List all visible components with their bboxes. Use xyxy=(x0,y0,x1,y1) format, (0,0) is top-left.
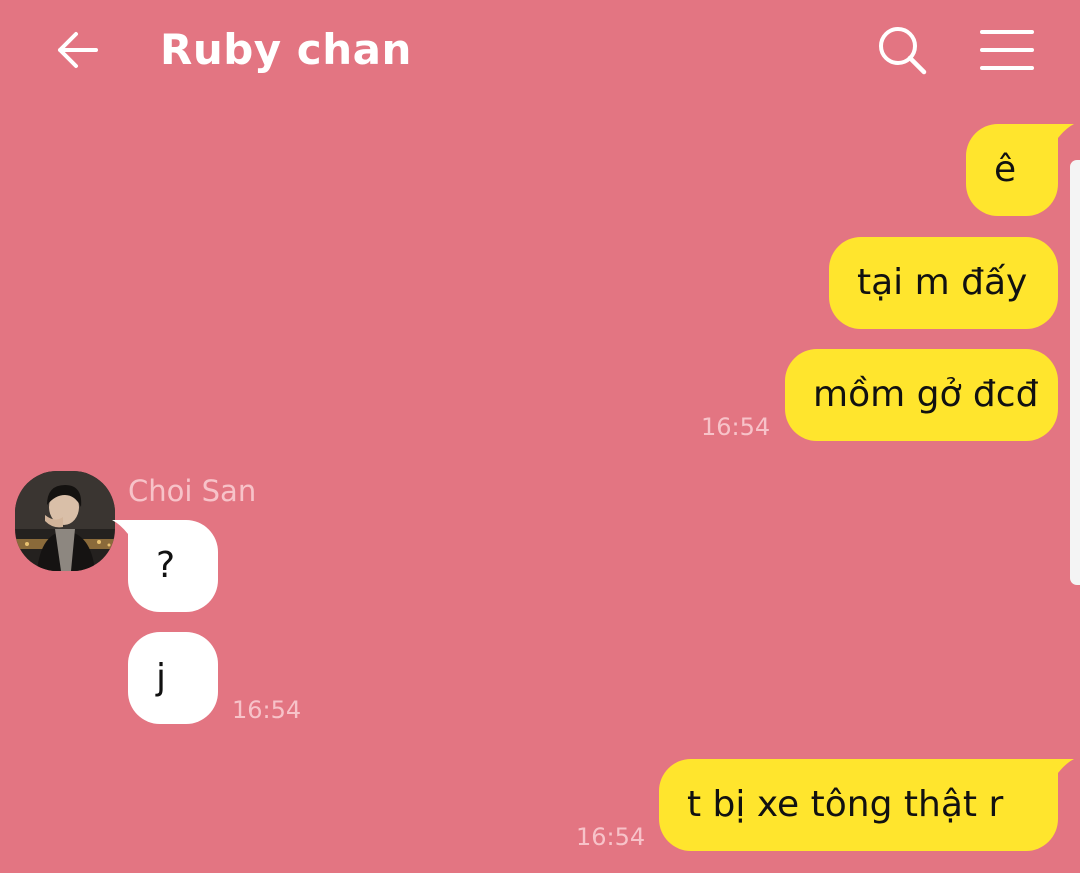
hamburger-menu-icon xyxy=(980,30,1034,70)
search-icon xyxy=(879,27,927,75)
arrow-left-icon xyxy=(58,32,98,68)
back-button[interactable] xyxy=(50,22,106,78)
avatar-photo xyxy=(15,471,115,571)
message-bubble-outgoing[interactable]: mồm gở đcđ xyxy=(785,349,1058,441)
message-timestamp: 16:54 xyxy=(576,823,646,851)
chat-title: Ruby chan xyxy=(160,25,412,74)
menu-button[interactable] xyxy=(978,24,1036,76)
bubble-tail xyxy=(1058,124,1074,138)
message-text: t bị xe tông thật r xyxy=(687,784,1004,825)
avatar[interactable] xyxy=(15,471,115,571)
message-bubble-outgoing[interactable]: t bị xe tông thật r xyxy=(659,759,1074,851)
message-timestamp: 16:54 xyxy=(701,413,771,441)
message-text: j xyxy=(156,657,167,698)
message-bubble-outgoing[interactable]: ê xyxy=(966,124,1074,216)
chat-header: Ruby chan xyxy=(0,0,1080,100)
bubble-tail xyxy=(112,520,128,534)
message-text: ê xyxy=(994,149,1017,190)
sender-name: Choi San xyxy=(128,474,257,508)
search-button[interactable] xyxy=(872,22,932,78)
message-text: tại m đấy xyxy=(857,262,1028,303)
message-timestamp: 16:54 xyxy=(232,696,302,724)
message-bubble-outgoing[interactable]: tại m đấy xyxy=(829,237,1058,329)
message-text: ? xyxy=(156,545,176,586)
message-text: mồm gở đcđ xyxy=(813,374,1039,415)
message-bubble-incoming[interactable]: j xyxy=(128,632,218,724)
message-bubble-incoming[interactable]: ? xyxy=(112,520,218,612)
bubble-tail xyxy=(1058,759,1074,773)
scrollbar[interactable] xyxy=(1070,160,1080,585)
